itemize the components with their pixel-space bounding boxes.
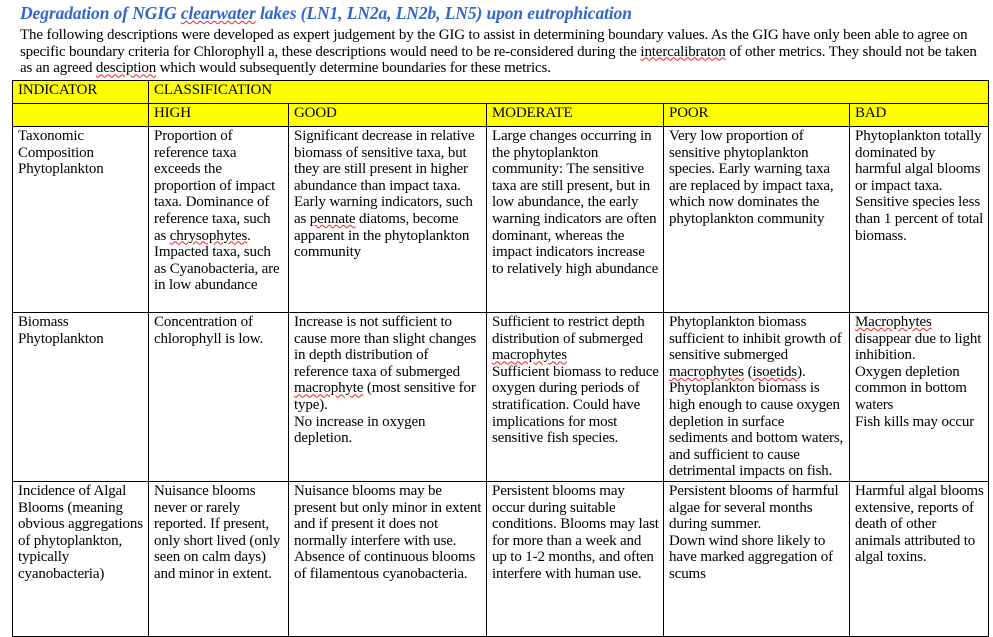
misspelled-word: chrysophytes bbox=[169, 227, 248, 244]
poor-text: Very low proportion of sensitive phytopl… bbox=[669, 128, 834, 228]
moderate-text: Large changes occurring in the phytoplan… bbox=[492, 128, 659, 277]
cell-moderate: Persistent blooms may occur during suita… bbox=[486, 481, 664, 637]
high-text: Proportion of reference taxa exceeds the… bbox=[154, 128, 280, 294]
header-high: HIGH bbox=[148, 103, 289, 128]
moderate-text: Persistent blooms may occur during suita… bbox=[492, 483, 659, 583]
misspelled-word: Macrophytes bbox=[855, 314, 932, 331]
cell-bad: Phytoplankton totally dominated by harmf… bbox=[848, 126, 990, 314]
table-row: Biomass Phytoplankton Concentration of c… bbox=[12, 312, 990, 483]
table-class-header-row: HIGH GOOD MODERATE POOR BAD bbox=[12, 103, 990, 128]
classification-table: INDICATOR CLASSIFICATION HIGH GOOD MODER… bbox=[12, 80, 990, 637]
document-page: Degradation of NGIG clearwater lakes (LN… bbox=[0, 2, 993, 637]
misspelled-word: pennate bbox=[309, 211, 356, 228]
bad-text: Macrophytes disappear due to light inhib… bbox=[855, 314, 982, 430]
cell-bad: Macrophytes disappear due to light inhib… bbox=[848, 312, 990, 483]
header-classification: CLASSIFICATION bbox=[147, 80, 990, 105]
cell-bad: Harmful algal blooms extensive, reports … bbox=[848, 481, 990, 637]
header-indicator: INDICATOR bbox=[12, 80, 149, 105]
good-text: Increase is not sufficient to cause more… bbox=[294, 314, 477, 447]
misspelled-word: macrophytes bbox=[492, 347, 567, 364]
header-bad: BAD bbox=[848, 103, 990, 128]
misspelled-word: macrophyte bbox=[294, 380, 364, 397]
indicator-label: Incidence of Algal Blooms (meaning obvio… bbox=[18, 483, 143, 583]
cell-poor: Very low proportion of sensitive phytopl… bbox=[663, 126, 850, 314]
poor-text: Phytoplankton biomass sufficient to inhi… bbox=[669, 314, 844, 480]
cell-indicator: Biomass Phytoplankton bbox=[12, 312, 149, 483]
cell-good: Nuisance blooms may be present but only … bbox=[288, 481, 487, 637]
cell-indicator: Incidence of Algal Blooms (meaning obvio… bbox=[12, 481, 149, 637]
cell-indicator: Taxonomic Composition Phytoplankton bbox=[12, 126, 149, 314]
header-moderate: MODERATE bbox=[486, 103, 664, 128]
cell-good: Significant decrease in relative biomass… bbox=[288, 126, 487, 314]
bad-text: Harmful algal blooms extensive, reports … bbox=[855, 483, 984, 566]
intro-paragraph: The following descriptions were develope… bbox=[20, 27, 977, 77]
header-good: GOOD bbox=[288, 103, 487, 128]
indicator-label: Taxonomic Composition Phytoplankton bbox=[18, 128, 104, 178]
good-text: Nuisance blooms may be present but only … bbox=[294, 483, 482, 583]
misspelled-word: macrophytes bbox=[669, 363, 744, 380]
cell-poor: Persistent blooms of harmful algae for s… bbox=[663, 481, 850, 637]
cell-moderate: Sufficient to restrict depth distributio… bbox=[486, 312, 664, 483]
bad-text: Phytoplankton totally dominated by harmf… bbox=[855, 128, 984, 244]
page-title: Degradation of NGIG clearwater lakes (LN… bbox=[20, 3, 632, 23]
misspelled-word: clearwater bbox=[180, 3, 256, 23]
table-group-header-row: INDICATOR CLASSIFICATION bbox=[12, 80, 990, 105]
good-text: Significant decrease in relative biomass… bbox=[294, 128, 475, 261]
header-poor: POOR bbox=[663, 103, 850, 128]
cell-moderate: Large changes occurring in the phytoplan… bbox=[486, 126, 664, 314]
table-row: Taxonomic Composition Phytoplankton Prop… bbox=[12, 126, 990, 314]
high-text: Concentration of chlorophyll is low. bbox=[154, 314, 264, 347]
indicator-label: Biomass Phytoplankton bbox=[18, 314, 104, 347]
high-text: Nuisance blooms never or rarely reported… bbox=[154, 483, 281, 583]
misspelled-word: isoetids bbox=[752, 363, 798, 380]
misspelled-word: desciption bbox=[95, 60, 157, 77]
header-blank bbox=[12, 103, 149, 128]
cell-high: Proportion of reference taxa exceeds the… bbox=[148, 126, 289, 314]
cell-poor: Phytoplankton biomass sufficient to inhi… bbox=[663, 312, 850, 483]
moderate-text: Sufficient to restrict depth distributio… bbox=[492, 314, 659, 447]
poor-text: Persistent blooms of harmful algae for s… bbox=[669, 483, 839, 583]
cell-good: Increase is not sufficient to cause more… bbox=[288, 312, 487, 483]
cell-high: Concentration of chlorophyll is low. bbox=[148, 312, 289, 483]
table-row: Incidence of Algal Blooms (meaning obvio… bbox=[12, 481, 990, 637]
cell-high: Nuisance blooms never or rarely reported… bbox=[148, 481, 289, 637]
misspelled-word: intercalibraton bbox=[640, 43, 726, 60]
